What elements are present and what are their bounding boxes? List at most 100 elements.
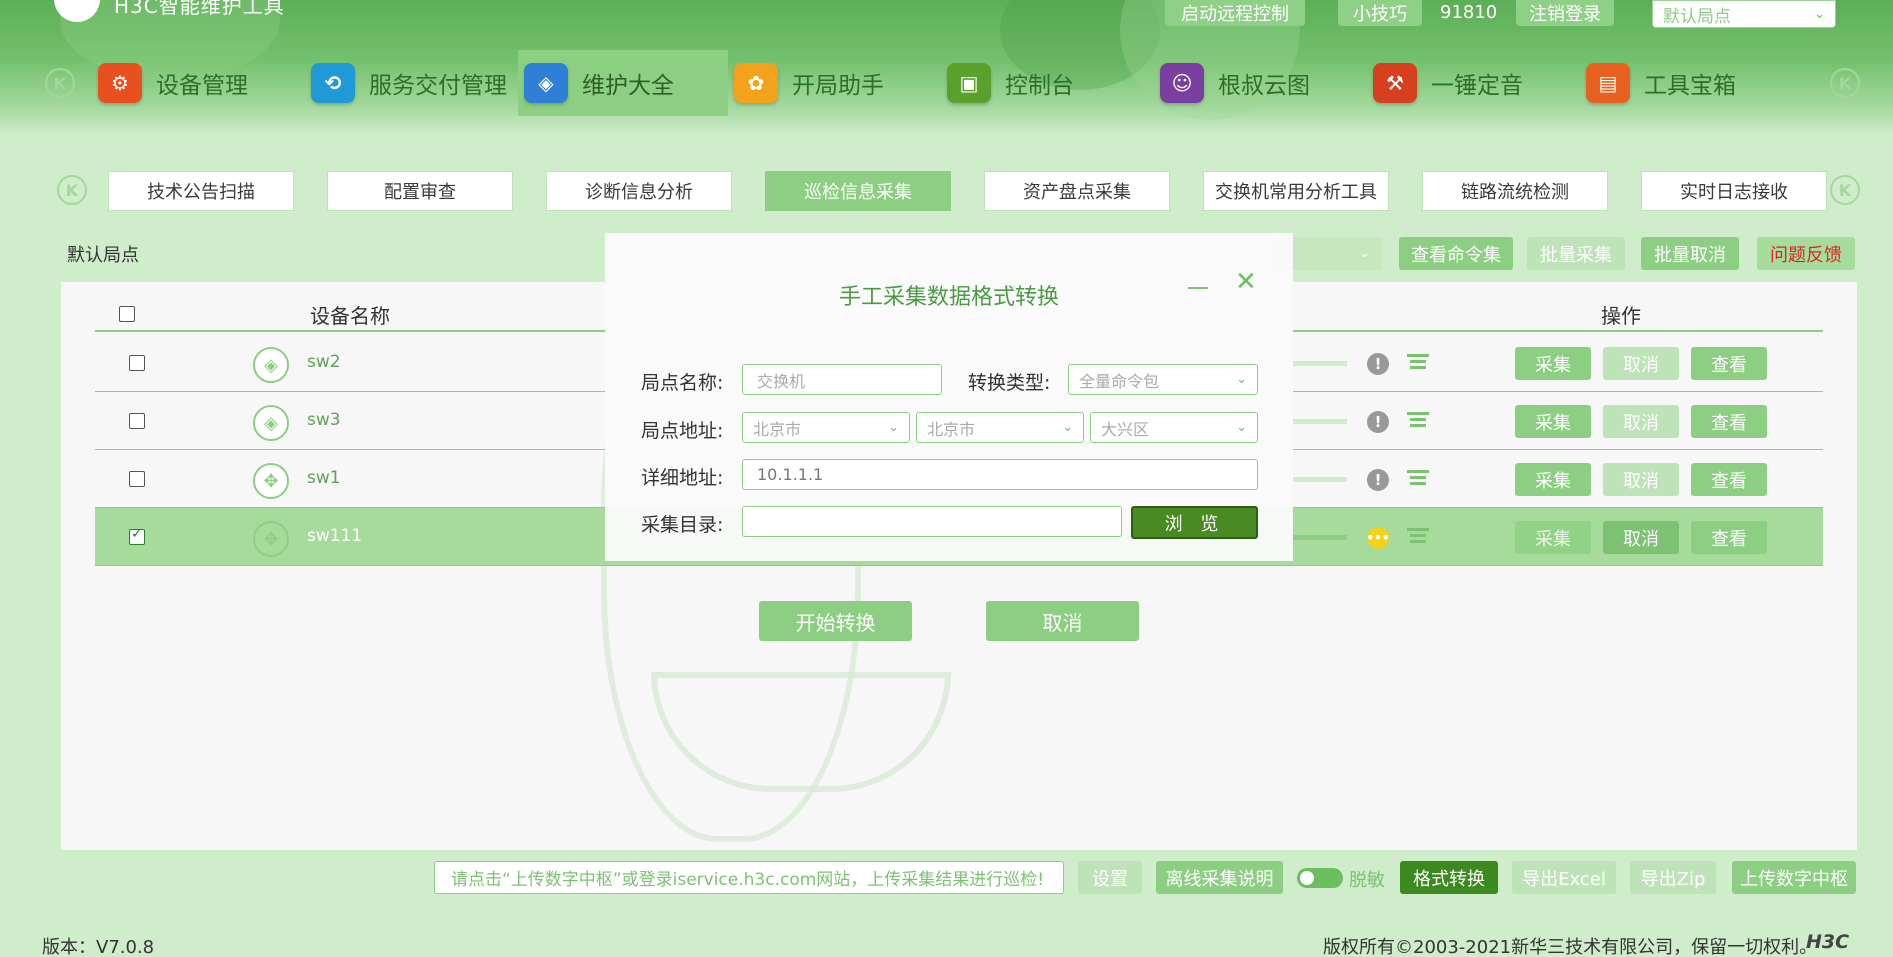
nav-item-label: 控制台	[1005, 73, 1074, 99]
site-name-input[interactable]: 交换机	[742, 364, 942, 395]
app-header: H3C智能维护工具 启动远程控制 小技巧 91810 注销登录 默认局点 ⌄ K…	[0, 0, 1893, 135]
view-button[interactable]: 查看	[1691, 405, 1767, 438]
convert-type-select[interactable]: 全量命令包 ⌄	[1068, 364, 1258, 395]
nav-prev-icon[interactable]: K	[45, 68, 75, 98]
detail-address-input[interactable]: 10.1.1.1	[742, 459, 1258, 490]
info-icon[interactable]: !	[1367, 353, 1389, 375]
nav-item-console[interactable]: ▣ 控制台	[941, 50, 1154, 116]
view-button[interactable]: 查看	[1691, 463, 1767, 496]
nav-item-service-delivery[interactable]: ⟲ 服务交付管理	[305, 50, 518, 116]
nav-item-label: 工具宝箱	[1644, 73, 1736, 99]
district-select[interactable]: 大兴区 ⌄	[1090, 412, 1258, 443]
sub-tabs: 技术公告扫描 配置审查 诊断信息分析 巡检信息采集 资产盘点采集 交换机常用分析…	[108, 171, 1827, 211]
settings-button[interactable]: 设置	[1078, 861, 1142, 894]
device-name: sw2	[307, 352, 341, 372]
busy-icon[interactable]: •••	[1367, 527, 1390, 549]
subtab-prev-icon[interactable]: K	[57, 175, 87, 205]
gear-icon: ✿	[734, 63, 778, 103]
upload-hint: 请点击“上传数字中枢”或登录iservice.h3c.com网站，上传采集结果进…	[434, 861, 1064, 894]
router-icon: ◈	[253, 405, 289, 441]
tab-asset-inventory[interactable]: 资产盘点采集	[984, 171, 1170, 211]
avatar-icon: ☺	[1160, 63, 1204, 103]
app-logo: H3C智能维护工具	[54, 0, 285, 22]
log-list-icon[interactable]	[1407, 412, 1429, 432]
cancel-button[interactable]: 取消	[1603, 347, 1679, 380]
chevron-down-icon: ⌄	[888, 420, 899, 435]
batch-cancel-button[interactable]: 批量取消	[1641, 237, 1739, 270]
upload-button[interactable]: 上传数字中枢	[1732, 861, 1856, 894]
chevron-down-icon: ⌄	[1814, 6, 1825, 22]
tab-link-traffic[interactable]: 链路流统检测	[1422, 171, 1608, 211]
cancel-button[interactable]: 取消	[1603, 463, 1679, 496]
close-icon[interactable]: ✕	[1235, 269, 1257, 295]
tab-inspection-collect[interactable]: 巡检信息采集	[765, 171, 951, 211]
logout-button[interactable]: 注销登录	[1516, 0, 1614, 26]
tab-tech-bulletin-scan[interactable]: 技术公告扫描	[108, 171, 294, 211]
nav-item-setup-assistant[interactable]: ✿ 开局助手	[728, 50, 941, 116]
collect-dir-label: 采集目录:	[641, 514, 724, 536]
row-checkbox[interactable]	[129, 413, 145, 429]
cancel-button[interactable]: 取消	[1603, 405, 1679, 438]
collect-button[interactable]: 采集	[1515, 463, 1591, 496]
row-checkbox[interactable]	[129, 355, 145, 371]
site-label: 默认局点	[67, 245, 139, 266]
view-button[interactable]: 查看	[1691, 521, 1767, 554]
nav-item-hammer[interactable]: ⚒ 一锤定音	[1367, 50, 1580, 116]
collect-button[interactable]: 采集	[1515, 405, 1591, 438]
nav-item-maintenance[interactable]: ◈ 维护大全	[518, 50, 728, 116]
export-zip-button[interactable]: 导出Zip	[1630, 861, 1716, 894]
city-select[interactable]: 北京市 ⌄	[916, 412, 1084, 443]
router-icon: ◈	[253, 347, 289, 383]
progress-bar	[1291, 361, 1347, 366]
nav-next-icon[interactable]: K	[1830, 68, 1860, 98]
subtab-next-icon[interactable]: K	[1830, 175, 1860, 205]
cancel-button[interactable]: 取消	[1603, 521, 1679, 554]
remote-control-button[interactable]: 启动远程控制	[1165, 0, 1305, 26]
log-list-icon[interactable]	[1407, 470, 1429, 490]
start-convert-button[interactable]: 开始转换	[759, 601, 912, 641]
row-checkbox[interactable]	[129, 526, 145, 545]
tips-button[interactable]: 小技巧	[1338, 0, 1422, 26]
nav-item-device-manage[interactable]: ⚙ 设备管理	[92, 50, 305, 116]
switch-icon: ✥	[253, 463, 289, 499]
tab-switch-tools[interactable]: 交换机常用分析工具	[1203, 171, 1389, 211]
feedback-button[interactable]: 问题反馈	[1757, 237, 1855, 270]
collect-button[interactable]: 采集	[1515, 521, 1591, 554]
desensitize-toggle[interactable]	[1297, 868, 1343, 888]
tab-realtime-log[interactable]: 实时日志接收	[1641, 171, 1827, 211]
browse-button[interactable]: 浏 览	[1131, 506, 1258, 539]
nav-item-toolbox[interactable]: ▤ 工具宝箱	[1580, 50, 1770, 116]
device-name: sw111	[307, 526, 363, 546]
site-address-label: 局点地址:	[641, 420, 724, 442]
info-icon[interactable]: !	[1367, 411, 1389, 433]
province-select[interactable]: 北京市 ⌄	[742, 412, 910, 443]
collect-dir-input[interactable]	[742, 506, 1122, 537]
select-all-checkbox[interactable]	[119, 306, 135, 322]
chevron-down-icon: ⌄	[1236, 420, 1247, 435]
nav-item-cloud-map[interactable]: ☺ 根叔云图	[1154, 50, 1367, 116]
district-value: 大兴区	[1101, 419, 1150, 439]
minimize-icon[interactable]	[1188, 287, 1208, 289]
format-convert-dialog: 手工采集数据格式转换 ✕ 局点名称: 交换机 转换类型: 全量命令包 ⌄ 局点地…	[605, 233, 1293, 561]
switch-icon: ✥	[253, 521, 289, 557]
site-select[interactable]: 默认局点 ⌄	[1652, 0, 1836, 28]
tab-diagnosis-analysis[interactable]: 诊断信息分析	[546, 171, 732, 211]
batch-collect-button[interactable]: 批量采集	[1527, 237, 1625, 270]
view-commands-button[interactable]: 查看命令集	[1399, 237, 1513, 270]
dialog-cancel-button[interactable]: 取消	[986, 601, 1139, 641]
log-list-icon[interactable]	[1407, 528, 1429, 548]
row-checkbox[interactable]	[129, 471, 145, 487]
hammer-icon: ⚒	[1373, 63, 1417, 103]
view-button[interactable]: 查看	[1691, 347, 1767, 380]
nav-item-label: 服务交付管理	[369, 73, 507, 99]
offline-help-button[interactable]: 离线采集说明	[1156, 861, 1283, 894]
log-list-icon[interactable]	[1407, 354, 1429, 374]
info-icon[interactable]: !	[1367, 469, 1389, 491]
nav-item-label: 开局助手	[792, 73, 884, 99]
progress-bar	[1291, 419, 1347, 424]
tab-config-review[interactable]: 配置审查	[327, 171, 513, 211]
export-excel-button[interactable]: 导出Excel	[1512, 861, 1616, 894]
site-select-value: 默认局点	[1663, 6, 1731, 27]
format-convert-button[interactable]: 格式转换	[1400, 861, 1498, 894]
collect-button[interactable]: 采集	[1515, 347, 1591, 380]
